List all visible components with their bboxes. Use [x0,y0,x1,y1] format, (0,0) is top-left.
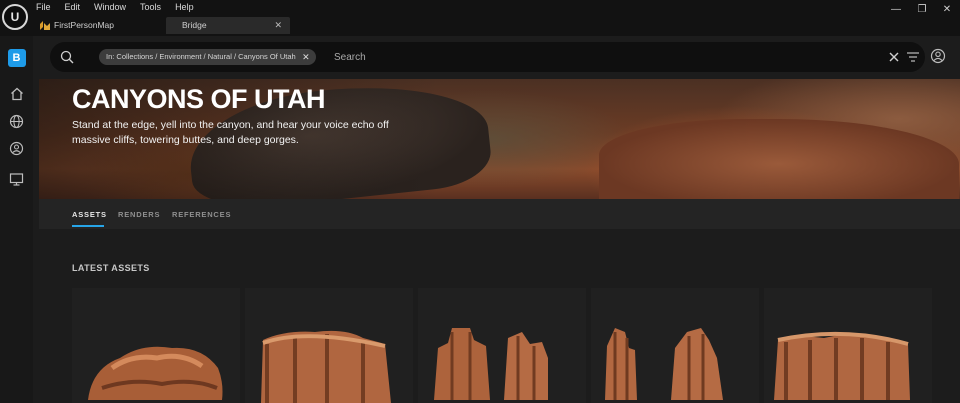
asset-card[interactable] [418,288,586,403]
account-icon[interactable] [930,48,946,64]
monitor-button[interactable] [7,170,26,189]
unreal-logo-icon: U [2,4,28,30]
menu-file[interactable]: File [36,2,59,13]
filter-icon[interactable] [906,51,920,63]
banner-rock [599,119,959,199]
minimize-icon[interactable]: — [889,4,903,15]
asset-thumbnail [605,328,723,400]
asset-thumbnail [774,331,910,400]
section-tabs: ASSETS RENDERS REFERENCES [39,199,960,229]
monitor-icon [9,173,24,186]
asset-thumbnail [261,330,391,403]
search-icon[interactable] [60,50,74,64]
asset-card[interactable] [591,288,759,403]
tab-assets[interactable]: ASSETS [72,210,107,219]
home-button[interactable] [7,84,26,103]
tab-bridge[interactable]: Bridge ✕ [166,17,290,34]
bridge-main: In: Collections / Environment / Natural … [33,36,960,403]
close-window-icon[interactable]: ✕ [940,4,954,15]
search-bar: In: Collections / Environment / Natural … [50,42,925,72]
bridge-icon: B [7,48,26,67]
home-icon [10,87,23,100]
active-tab-indicator [72,225,104,227]
profile-button[interactable] [7,139,26,158]
tab-renders[interactable]: RENDERS [118,210,160,219]
menu-bar: File Edit Window Tools Help [36,2,208,13]
menu-help[interactable]: Help [175,2,202,13]
tab-references[interactable]: REFERENCES [172,210,231,219]
bridge-nav-button[interactable]: B [7,48,26,67]
collection-banner: CANYONS OF UTAH Stand at the edge, yell … [39,79,960,199]
level-map-icon [40,21,50,30]
tab-label: Bridge [182,20,207,30]
asset-thumbnail [88,346,223,400]
restore-icon[interactable]: ❐ [915,4,929,15]
collection-filter-chip[interactable]: In: Collections / Environment / Natural … [99,49,316,65]
globe-icon [9,114,24,129]
chip-label: In: Collections / Environment / Natural … [106,52,296,61]
menu-tools[interactable]: Tools [140,2,169,13]
tab-first-person-map[interactable]: FirstPersonMap [38,17,168,34]
left-toolbar: B [0,36,33,403]
globe-button[interactable] [7,112,26,131]
chip-remove-icon[interactable]: ✕ [302,49,310,65]
asset-card[interactable] [72,288,240,403]
clear-search-icon[interactable] [888,51,900,63]
menu-window[interactable]: Window [94,2,134,13]
tab-label: FirstPersonMap [54,20,114,30]
asset-thumbnail [434,328,548,400]
menu-edit[interactable]: Edit [65,2,89,13]
asset-card[interactable] [245,288,413,403]
latest-assets-heading: LATEST ASSETS [72,263,150,273]
search-input[interactable] [334,48,854,66]
tab-close-icon[interactable]: ✕ [274,17,282,34]
user-circle-icon [9,141,24,156]
collection-description: Stand at the edge, yell into the canyon,… [72,119,389,146]
asset-card[interactable] [764,288,932,403]
collection-title: CANYONS OF UTAH [72,84,326,114]
title-bar: U File Edit Window Tools Help FirstPerso… [0,0,960,36]
